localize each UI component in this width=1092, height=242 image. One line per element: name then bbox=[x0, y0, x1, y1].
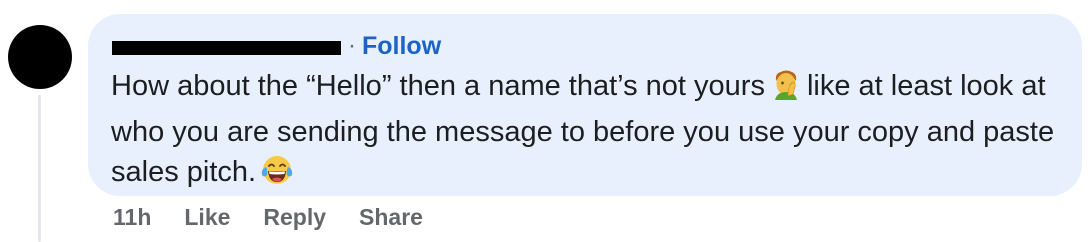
redacted-author-name[interactable] bbox=[112, 41, 341, 55]
comment-bubble: · Follow How about the “Hello” then a na… bbox=[88, 14, 1082, 196]
timestamp[interactable]: 11h bbox=[113, 204, 151, 231]
follow-button[interactable]: Follow bbox=[362, 32, 441, 61]
like-button[interactable]: Like bbox=[184, 204, 230, 231]
face-with-tears-of-joy-emoji-icon bbox=[260, 153, 294, 198]
reply-button[interactable]: Reply bbox=[263, 204, 326, 231]
comment-text-part-1: How about the “Hello” then a name that’s… bbox=[111, 70, 765, 102]
thread-line bbox=[38, 95, 41, 242]
comment-actions: 11h Like Reply Share bbox=[113, 201, 423, 233]
share-button[interactable]: Share bbox=[359, 204, 423, 231]
man-facepalming-emoji-icon bbox=[769, 67, 803, 112]
separator-dot: · bbox=[348, 32, 356, 59]
comment-text: How about the “Hello” then a name that’s… bbox=[111, 66, 1071, 198]
avatar[interactable] bbox=[8, 25, 72, 89]
comment-header: · Follow bbox=[112, 32, 441, 60]
